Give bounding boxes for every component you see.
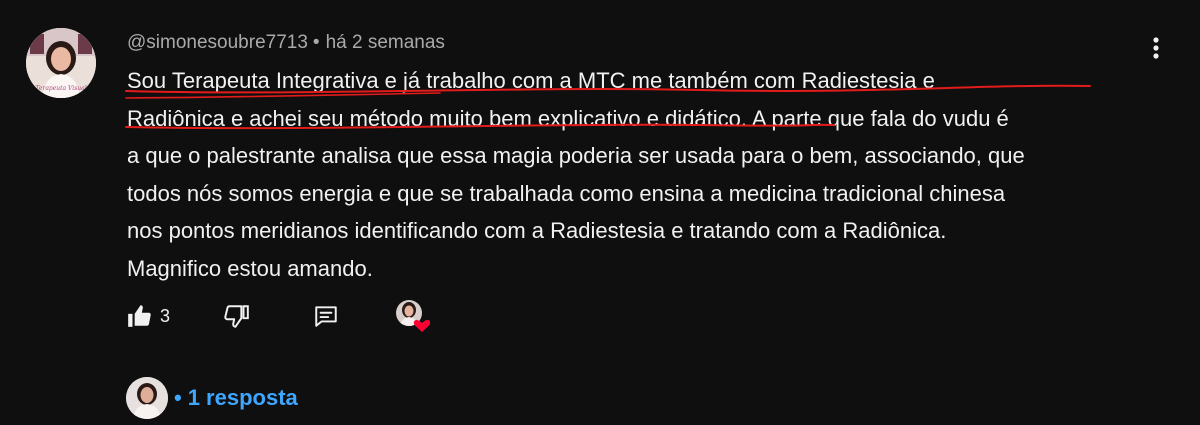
comment-line: Sou Terapeuta Integrativa e já trabalho …	[127, 68, 935, 93]
author-avatar-image: Terapeuta Visual	[26, 28, 96, 98]
thumbs-up-icon	[128, 305, 151, 327]
comment-header: @simonesoubre7713 • há 2 semanas	[127, 32, 445, 54]
view-replies-button[interactable]: • 1 resposta	[126, 377, 298, 419]
creator-heart[interactable]	[394, 298, 431, 334]
reply-author-avatar	[126, 377, 168, 419]
author-avatar[interactable]: Terapeuta Visual	[26, 28, 96, 98]
like-count: 3	[160, 305, 171, 326]
replies-count-label: 1 resposta	[187, 385, 298, 410]
comment-line: Radiônica e achei seu método muito bem e…	[127, 105, 1009, 131]
more-options-button[interactable]	[1138, 30, 1174, 66]
like-button[interactable]: 3	[126, 296, 170, 336]
comment-line: Magnifico estou amando.	[127, 255, 373, 281]
comment-line: nos pontos meridianos identificando com …	[127, 218, 947, 243]
comment-timestamp[interactable]: há 2 semanas	[326, 32, 445, 53]
author-username[interactable]: @simonesoubre7713	[127, 32, 308, 53]
creator-heart-icon	[396, 300, 431, 332]
svg-text:Terapeuta Visual: Terapeuta Visual	[35, 85, 86, 92]
comment-line: todos nós somos energia e que se trabalh…	[127, 180, 1006, 206]
comment-thread: Terapeuta Visual @simonesoubre7713 • há 2 …	[0, 0, 1200, 425]
thumbs-down-icon	[224, 305, 249, 328]
header-separator: •	[312, 32, 320, 53]
reply-avatar-image	[126, 377, 168, 419]
comment-line: a que o palestrante analisa que essa mag…	[127, 143, 1025, 168]
replies-link[interactable]: • 1 resposta	[174, 385, 298, 411]
comment-text: Sou Terapeuta Integrativa e já trabalho …	[127, 62, 1157, 287]
reply-button[interactable]	[312, 296, 340, 336]
reply-icon	[315, 306, 337, 327]
comment-actions: 3	[0, 296, 600, 336]
dislike-button[interactable]	[224, 296, 250, 336]
kebab-menu-icon	[1153, 37, 1159, 59]
